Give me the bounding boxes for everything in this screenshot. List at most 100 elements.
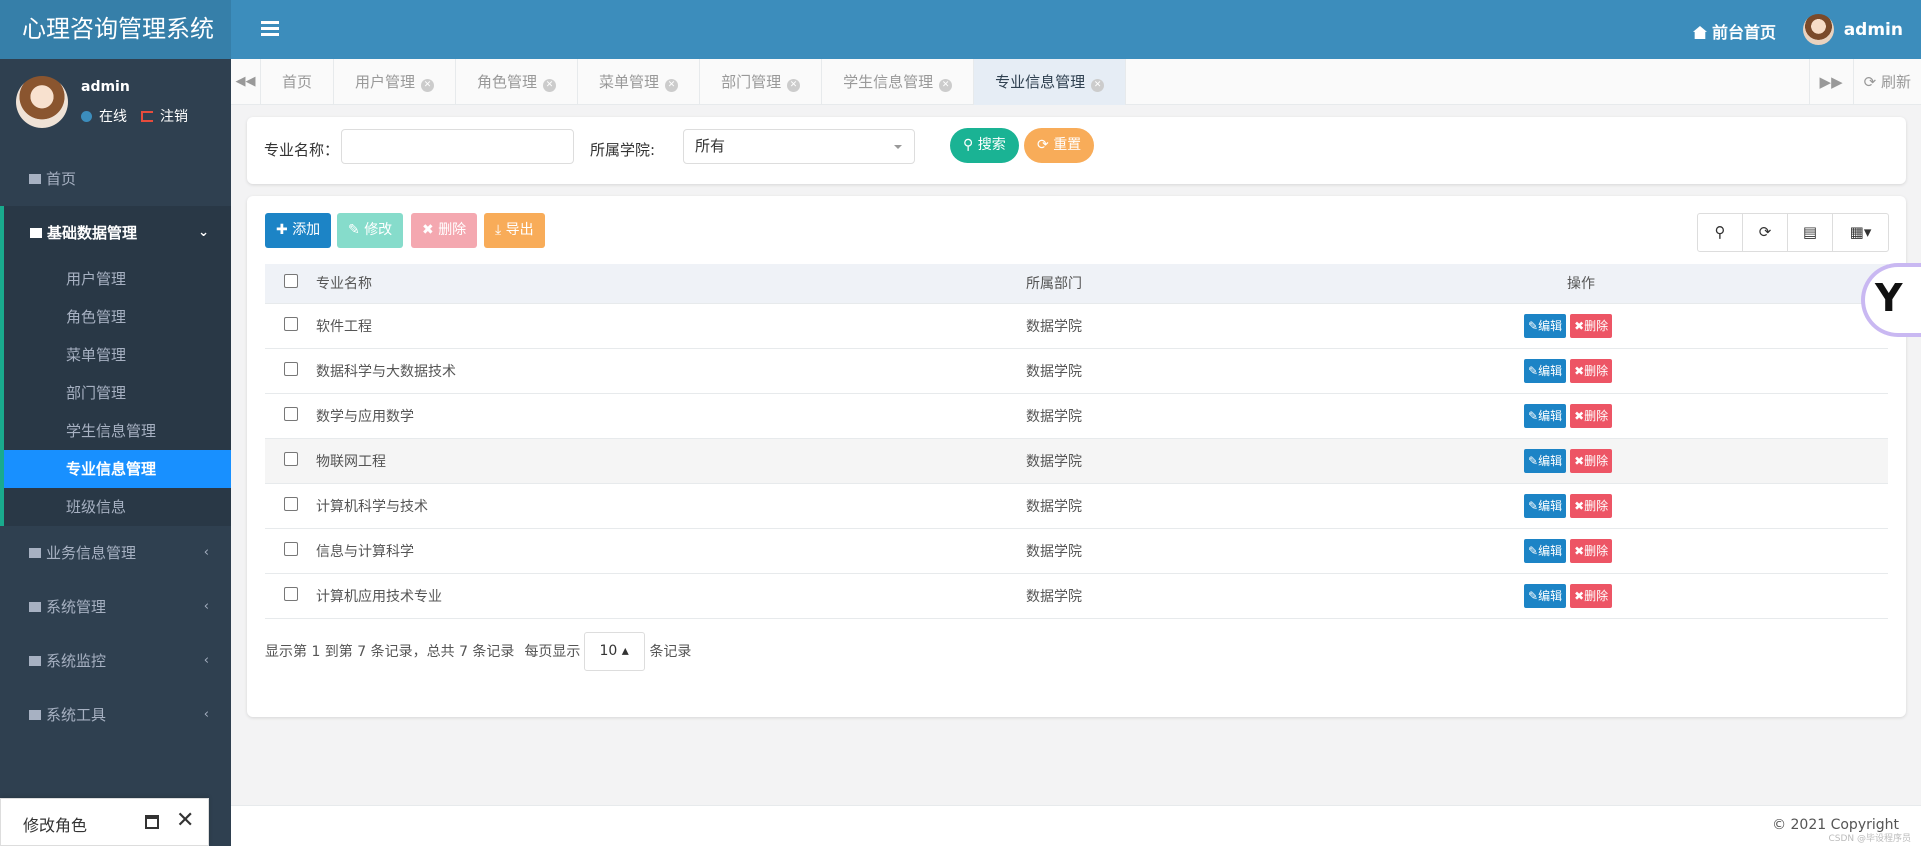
cell-major-name: 计算机应用技术专业 xyxy=(316,573,1026,619)
sidebar-item-menu[interactable]: 系统管理 ‹ xyxy=(0,580,231,634)
cell-major-name: 数据科学与大数据技术 xyxy=(316,348,1026,394)
row-checkbox[interactable] xyxy=(283,406,298,421)
chevron-left-icon: ‹ xyxy=(203,653,209,668)
row-delete-button[interactable]: ✖删除 xyxy=(1570,403,1613,428)
tab-item[interactable]: 首页 xyxy=(261,59,335,105)
row-checkbox[interactable] xyxy=(283,361,298,376)
sidebar-item-home[interactable]: 首页 xyxy=(0,152,231,206)
sidebar-subitem[interactable]: 部门管理 xyxy=(4,374,231,412)
front-page-link[interactable]: 前台首页 xyxy=(1692,19,1776,43)
export-button[interactable]: ⤓ 导出 xyxy=(484,213,545,248)
row-edit-button[interactable]: ✎编辑 xyxy=(1524,583,1567,608)
card-view-icon[interactable]: ▤ xyxy=(1788,214,1833,251)
row-checkbox[interactable] xyxy=(283,316,298,331)
tab-close-icon[interactable]: ✕ xyxy=(421,79,435,92)
table-row[interactable]: 信息与计算科学 数据学院 ✎编辑 ✖删除 xyxy=(265,528,1888,574)
select-all-checkbox[interactable] xyxy=(283,274,298,289)
row-edit-button[interactable]: ✎编辑 xyxy=(1524,358,1567,383)
row-checkbox[interactable] xyxy=(283,586,298,601)
row-checkbox[interactable] xyxy=(283,451,298,466)
row-edit-button[interactable]: ✎编辑 xyxy=(1524,313,1567,338)
row-delete-button[interactable]: ✖删除 xyxy=(1570,538,1613,563)
cell-department: 数据学院 xyxy=(1026,393,1456,439)
sidebar-subitem[interactable]: 学生信息管理 xyxy=(4,412,231,450)
sidebar-subitem[interactable]: 班级信息 xyxy=(4,488,231,526)
table-row[interactable]: 计算机应用技术专业 数据学院 ✎编辑 ✖删除 xyxy=(265,573,1888,619)
tabs-bar: ◀◀ 首页 用户管理 ✕ 角色管理 ✕ 菜单管理 ✕ 部门管理 ✕ 学生信息管理 ✕ 专业信息管理 ✕ … xyxy=(231,59,1921,105)
row-delete-button[interactable]: ✖删除 xyxy=(1570,358,1613,383)
tab-item[interactable]: 部门管理 ✕ xyxy=(700,59,823,105)
row-delete-button[interactable]: ✖删除 xyxy=(1570,313,1613,338)
row-delete-button[interactable]: ✖删除 xyxy=(1570,493,1613,518)
dialog-title: 修改角色 xyxy=(23,816,88,835)
menu-icon xyxy=(29,602,41,612)
restore-icon[interactable] xyxy=(145,815,159,829)
sidebar-item-menu[interactable]: 业务信息管理 ‹ xyxy=(0,526,231,580)
logout-link[interactable]: 注销 xyxy=(160,106,188,126)
cell-major-name: 计算机科学与技术 xyxy=(316,483,1026,529)
sidebar-subitem[interactable]: 菜单管理 xyxy=(4,336,231,374)
sidebar-subitem[interactable]: 用户管理 xyxy=(4,260,231,298)
tab-item[interactable]: 菜单管理 ✕ xyxy=(578,59,701,105)
tab-close-icon[interactable]: ✕ xyxy=(1091,79,1105,92)
tab-close-icon[interactable]: ✕ xyxy=(787,79,801,92)
row-edit-button[interactable]: ✎编辑 xyxy=(1524,538,1567,563)
chevron-down-icon: ⌄ xyxy=(198,225,209,240)
tab-item[interactable]: 角色管理 ✕ xyxy=(456,59,579,105)
sidebar-subitem[interactable]: 专业信息管理 xyxy=(4,450,231,488)
edit-button[interactable]: ✎ 修改 xyxy=(337,213,404,248)
hamburger-icon[interactable] xyxy=(261,18,279,40)
top-user-menu[interactable]: admin xyxy=(1802,14,1903,45)
row-delete-button[interactable]: ✖删除 xyxy=(1570,448,1613,473)
tab-item[interactable]: 用户管理 ✕ xyxy=(334,59,457,105)
row-edit-button[interactable]: ✎编辑 xyxy=(1524,403,1567,428)
top-user-name: admin xyxy=(1843,19,1903,40)
column-major-name[interactable]: 专业名称 xyxy=(316,264,1026,304)
tab-list: 首页 用户管理 ✕ 角色管理 ✕ 菜单管理 ✕ 部门管理 ✕ 学生信息管理 ✕ 专业信息管理 ✕ xyxy=(261,59,1127,105)
row-edit-button[interactable]: ✎编辑 xyxy=(1524,493,1567,518)
refresh-icon[interactable]: ⟳ xyxy=(1743,214,1788,251)
tab-close-icon[interactable]: ✕ xyxy=(939,79,953,92)
reset-button[interactable]: ⟳ 重置 xyxy=(1024,128,1095,163)
minimized-dialog[interactable]: 修改角色 ✕ xyxy=(0,798,209,846)
college-select[interactable]: 所有 xyxy=(683,129,915,164)
row-edit-button[interactable]: ✎编辑 xyxy=(1524,448,1567,473)
table-row[interactable]: 数学与应用数学 数据学院 ✎编辑 ✖删除 xyxy=(265,393,1888,439)
table-row[interactable]: 软件工程 数据学院 ✎编辑 ✖删除 xyxy=(265,303,1888,349)
sidebar-item-menu[interactable]: 系统监控 ‹ xyxy=(0,634,231,688)
row-delete-button[interactable]: ✖删除 xyxy=(1570,583,1613,608)
delete-button[interactable]: ✖ 删除 xyxy=(411,213,478,248)
tab-close-icon[interactable]: ✕ xyxy=(665,79,679,92)
search-toggle-icon[interactable]: ⚲ xyxy=(1698,214,1743,251)
home-icon xyxy=(1692,26,1707,39)
tab-item[interactable]: 学生信息管理 ✕ xyxy=(822,59,975,105)
table-row[interactable]: 数据科学与大数据技术 数据学院 ✎编辑 ✖删除 xyxy=(265,348,1888,394)
tab-scroll-right-icon[interactable]: ▶▶ xyxy=(1808,59,1853,105)
table-row[interactable]: 物联网工程 数据学院 ✎编辑 ✖删除 xyxy=(265,438,1888,484)
close-icon[interactable]: ✕ xyxy=(176,808,194,833)
column-department[interactable]: 所属部门 xyxy=(1026,264,1456,304)
cell-department: 数据学院 xyxy=(1026,573,1456,619)
add-button[interactable]: ✚ 添加 xyxy=(265,213,332,248)
columns-icon[interactable]: ▦▾ xyxy=(1833,214,1888,251)
refresh-button[interactable]: ⟳ 刷新 xyxy=(1852,59,1921,105)
major-name-input[interactable] xyxy=(341,129,574,164)
footer: © 2021 Copyright CSDN @毕设程序员 xyxy=(231,805,1921,846)
tab-item[interactable]: 专业信息管理 ✕ xyxy=(974,59,1127,105)
sidebar-subitem[interactable]: 角色管理 xyxy=(4,298,231,336)
app-title: 心理咨询管理系统 xyxy=(0,0,231,59)
table-tools: ⚲ ⟳ ▤ ▦▾ xyxy=(1697,213,1889,252)
tab-close-icon[interactable]: ✕ xyxy=(543,79,557,92)
sidebar-item-menu[interactable]: 系统工具 ‹ xyxy=(0,688,231,742)
sidebar-item-basic-data[interactable]: 基础数据管理 ⌄ xyxy=(4,206,231,260)
tab-scroll-left-icon[interactable]: ◀◀ xyxy=(231,59,261,105)
table-row[interactable]: 计算机科学与技术 数据学院 ✎编辑 ✖删除 xyxy=(265,483,1888,529)
row-checkbox[interactable] xyxy=(283,496,298,511)
logout-icon[interactable] xyxy=(141,110,153,122)
page-size-select[interactable]: 10 ▴ xyxy=(584,631,646,671)
row-checkbox[interactable] xyxy=(283,541,298,556)
top-navbar: 前台首页 admin xyxy=(231,0,1921,59)
sidebar-menu-basic-data: 基础数据管理 ⌄ 用户管理 角色管理 菜单管理 部门管理 学生信息管理 专业信息管理 班级信… xyxy=(0,206,231,526)
search-panel: 专业名称： 所属学院: 所有 ⚲ 搜索 ⟳ 重置 xyxy=(247,117,1906,184)
search-button[interactable]: ⚲ 搜索 xyxy=(950,128,1019,163)
